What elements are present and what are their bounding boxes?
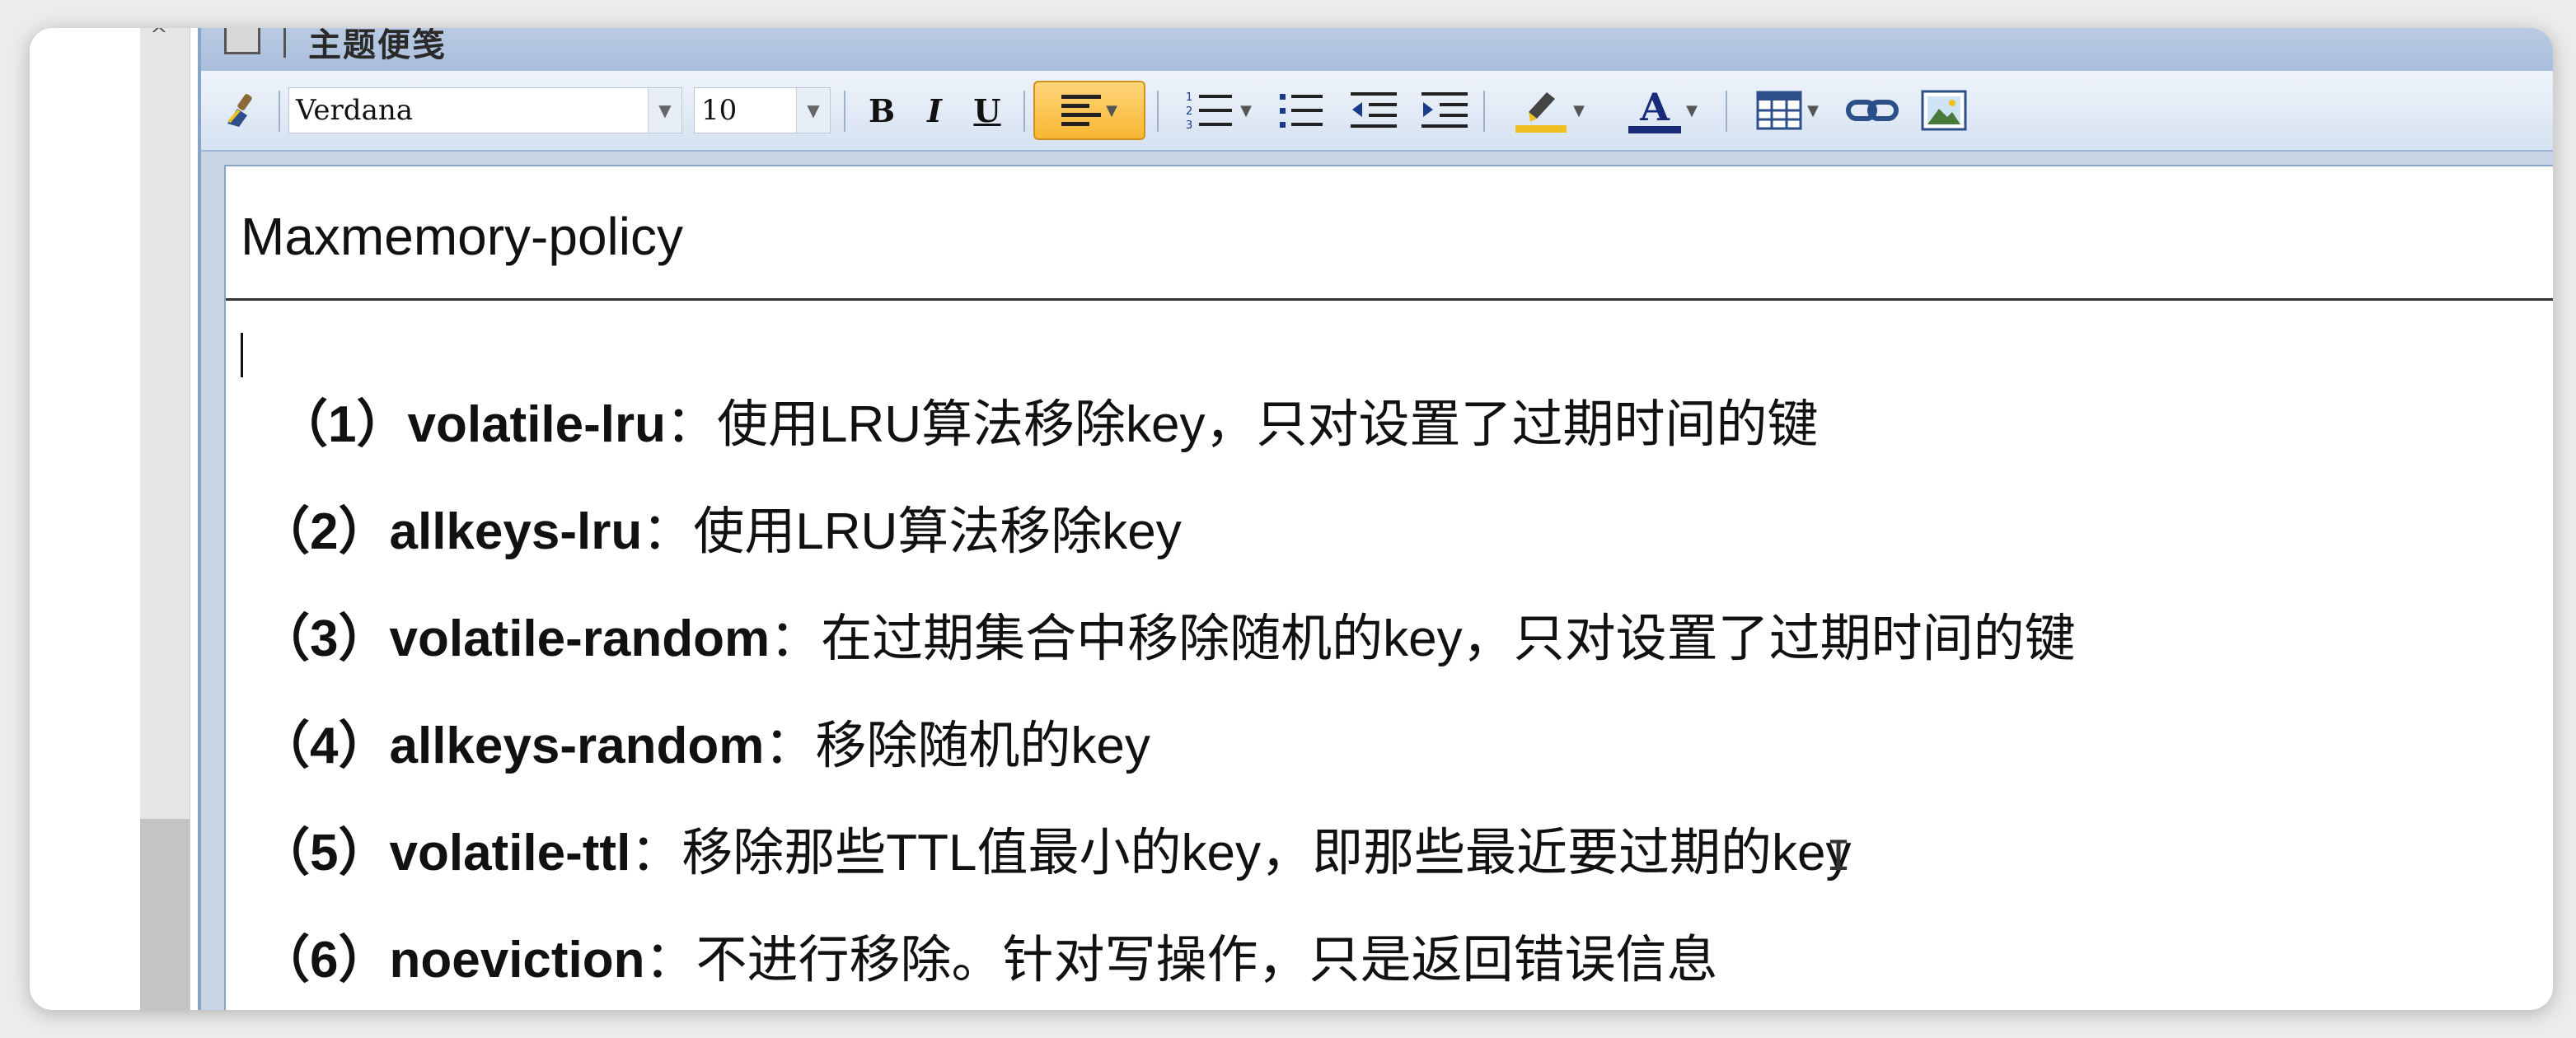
numbered-list-icon: 1 2 3 xyxy=(1186,91,1233,132)
font-name-value: Verdana xyxy=(296,94,414,127)
window-title: 主题便笺 xyxy=(308,28,447,64)
decrease-indent-button[interactable] xyxy=(1345,71,1403,150)
list-item: （1）volatile-lru：使用LRU算法移除key，只对设置了过期时间的键 xyxy=(277,396,1819,453)
list-item: （4）allkeys-random：移除随机的key xyxy=(259,718,1150,774)
italic-button[interactable]: I xyxy=(913,71,956,150)
app-window: ^ 主题便笺 Verdana ▼ 10 ▼ B I U ▼ 1 2 3 ▼ ▼ … xyxy=(30,28,2553,1010)
left-pane xyxy=(30,28,140,1010)
bullet-list-button[interactable] xyxy=(1272,71,1330,150)
title-separator xyxy=(283,28,286,58)
note-icon xyxy=(224,28,260,54)
highlighter-icon xyxy=(1515,92,1567,133)
toolbar-separator xyxy=(1726,91,1727,132)
align-left-icon xyxy=(1061,95,1102,126)
title-bar: 主题便笺 xyxy=(201,28,2553,72)
numbered-list-button[interactable]: 1 2 3 ▼ xyxy=(1173,71,1264,150)
toolbar-separator xyxy=(1157,91,1159,132)
svg-text:2: 2 xyxy=(1186,105,1192,118)
chevron-down-icon[interactable]: ▼ xyxy=(648,88,681,133)
chevron-down-icon[interactable]: ▼ xyxy=(1807,102,1819,119)
scroll-up-arrow-icon[interactable]: ^ xyxy=(150,28,168,48)
svg-text:1: 1 xyxy=(1186,91,1192,104)
bold-button[interactable]: B xyxy=(860,71,903,150)
scrollbar[interactable]: ^ xyxy=(140,28,190,1010)
mouse-ibeam-cursor-icon: I xyxy=(1826,832,1852,880)
chevron-down-icon[interactable]: ▼ xyxy=(796,88,830,133)
list-item: （3）volatile-random：在过期集合中移除随机的key，只对设置了过… xyxy=(259,610,2076,667)
increase-indent-icon xyxy=(1421,92,1468,128)
font-name-select[interactable]: Verdana ▼ xyxy=(288,87,682,133)
insert-table-button[interactable]: ▼ xyxy=(1742,71,1833,150)
decrease-indent-icon xyxy=(1351,92,1397,128)
toolbar-separator xyxy=(1023,91,1025,132)
note-document[interactable]: Maxmemory-policy （1）volatile-lru：使用LRU算法… xyxy=(224,165,2553,1010)
list-item: （2）allkeys-lru：使用LRU算法移除key xyxy=(259,503,1182,560)
font-size-select[interactable]: 10 ▼ xyxy=(694,87,831,133)
increase-indent-button[interactable] xyxy=(1416,71,1473,150)
scroll-thumb[interactable] xyxy=(140,819,190,1010)
highlight-color-button[interactable]: ▼ xyxy=(1500,71,1599,150)
svg-text:3: 3 xyxy=(1186,119,1192,132)
font-size-value: 10 xyxy=(701,94,738,127)
toolbar-separator xyxy=(1483,91,1485,132)
align-left-button[interactable]: ▼ xyxy=(1033,81,1145,140)
chevron-down-icon[interactable]: ▼ xyxy=(1240,102,1252,119)
font-color-button[interactable]: A ▼ xyxy=(1614,71,1712,150)
bullet-list-icon xyxy=(1280,94,1323,128)
formatting-toolbar: Verdana ▼ 10 ▼ B I U ▼ 1 2 3 ▼ ▼ A ▼ ▼ xyxy=(201,71,2553,152)
document-title: Maxmemory-policy xyxy=(241,207,683,266)
title-divider xyxy=(226,298,2553,301)
chevron-down-icon[interactable]: ▼ xyxy=(1573,102,1585,119)
image-icon xyxy=(1921,90,1967,131)
insert-image-button[interactable] xyxy=(1915,71,1973,150)
toolbar-separator xyxy=(844,91,845,132)
list-item: （6）noeviction：不进行移除。针对写操作，只是返回错误信息 xyxy=(259,932,1718,989)
note-editor: 主题便笺 Verdana ▼ 10 ▼ B I U ▼ 1 2 3 ▼ ▼ A … xyxy=(198,28,2553,1010)
list-item: （5）volatile-ttl：移除那些TTL值最小的key，即那些最近要过期的… xyxy=(259,825,1852,881)
link-icon xyxy=(1846,100,1899,121)
text-cursor xyxy=(241,333,243,377)
toolbar-separator xyxy=(279,91,280,132)
insert-link-button[interactable] xyxy=(1841,71,1904,150)
chevron-down-icon[interactable]: ▼ xyxy=(1686,102,1698,119)
underline-button[interactable]: U xyxy=(966,71,1009,150)
font-color-icon: A xyxy=(1628,88,1682,133)
table-icon xyxy=(1756,91,1802,130)
clear-format-brush-icon[interactable] xyxy=(218,71,267,150)
chevron-down-icon[interactable]: ▼ xyxy=(1106,102,1117,119)
